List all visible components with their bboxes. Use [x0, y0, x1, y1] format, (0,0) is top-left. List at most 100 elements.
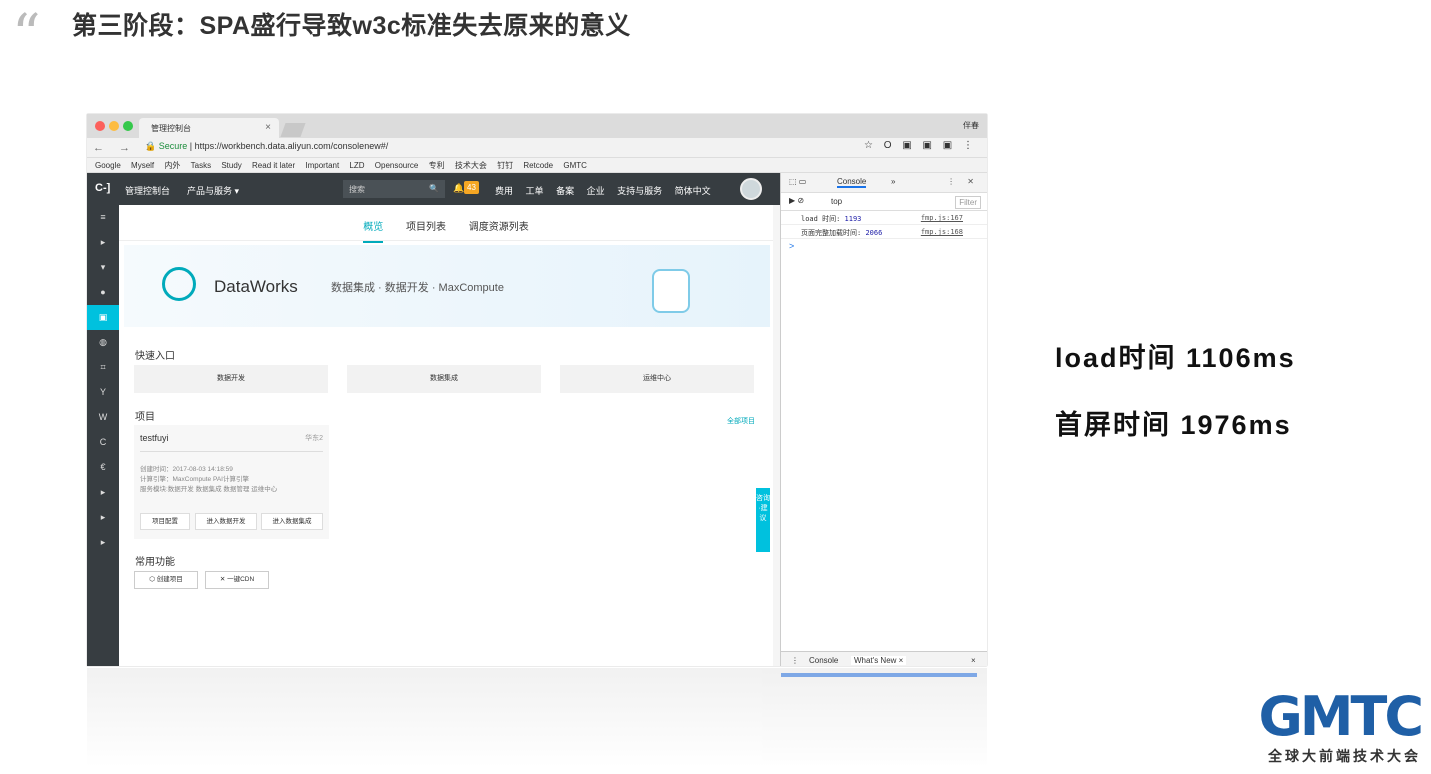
log-source-link[interactable]: fmp.js:167 — [921, 214, 963, 222]
lock-icon: 🔒 — [145, 141, 159, 151]
bookmark-item[interactable]: Google — [95, 161, 121, 170]
tab-resource-list[interactable]: 调度资源列表 — [469, 222, 529, 233]
create-project-icon: ⬡ — [149, 576, 157, 583]
sidebar-item[interactable]: ▸ — [87, 530, 119, 555]
console-log-row: 页面完整加载时间: 2066 fmp.js:168 — [781, 225, 987, 239]
enter-integration-button[interactable]: 进入数据集成 — [261, 513, 323, 530]
quick-button-integration[interactable]: 数据集成 — [347, 365, 541, 393]
tab-console[interactable]: Console — [837, 177, 867, 188]
bell-icon[interactable]: 🔔 — [453, 183, 464, 194]
drawer-tab-whats-new[interactable]: What's New × — [851, 656, 907, 665]
console-filter-bar: ▶ ⊘ top Filter — [781, 193, 987, 211]
nav-item[interactable]: 备案 — [556, 186, 574, 196]
all-projects-link[interactable]: 全部项目 — [727, 416, 755, 426]
dataworks-icon — [162, 267, 196, 301]
banner-title: DataWorks — [214, 277, 298, 296]
context-select[interactable]: top — [831, 197, 842, 206]
sidebar-item[interactable]: C — [87, 430, 119, 455]
nav-item[interactable]: 简体中文 — [675, 186, 711, 196]
sidebar-item[interactable]: € — [87, 455, 119, 480]
one-click-cdn-button[interactable]: ✕ 一键CDN — [205, 571, 269, 589]
screenshot-reflection — [87, 668, 987, 768]
sidebar-item[interactable]: ▸ — [87, 505, 119, 530]
clear-console-icon[interactable]: ▶ ⊘ — [789, 196, 804, 205]
inspect-icon[interactable]: ⬚ ▭ — [789, 177, 806, 186]
drawer-menu-icon[interactable]: ⋮ — [791, 656, 799, 665]
bookmark-item[interactable]: 技术大会 — [455, 161, 487, 170]
project-name[interactable]: testfuyi — [140, 433, 169, 443]
sidebar-item[interactable]: ● — [87, 280, 119, 305]
profile-name[interactable]: 伴春 — [963, 120, 979, 131]
sidebar-item[interactable]: ◍ — [87, 330, 119, 355]
sidebar-item[interactable]: ▾ — [87, 255, 119, 280]
cdn-label: 一键CDN — [227, 576, 255, 583]
sidebar-item[interactable]: ▸ — [87, 480, 119, 505]
bookmark-item[interactable]: 内外 — [164, 161, 180, 170]
slide: “ 第三阶段：SPA盛行导致w3c标准失去原来的意义 管理控制台 × 伴春 ← … — [0, 0, 1431, 774]
bookmark-item[interactable]: 钉钉 — [497, 161, 513, 170]
extension-icons[interactable]: ☆ O ▣ ▣ ▣ ⋮ — [864, 140, 977, 151]
aliyun-logo[interactable]: C-] — [95, 182, 110, 194]
console-prompt[interactable]: > — [781, 239, 987, 253]
new-tab-button[interactable] — [280, 123, 306, 137]
sidebar-item[interactable]: W — [87, 405, 119, 430]
maximize-dot[interactable] — [123, 121, 133, 131]
create-project-button[interactable]: ⬡ 创建项目 — [134, 571, 198, 589]
minimize-dot[interactable] — [109, 121, 119, 131]
sidebar-item[interactable]: ≡ — [87, 205, 119, 230]
drawer-close-icon[interactable]: × — [971, 656, 976, 665]
search-input[interactable]: 搜索 🔍 — [343, 180, 445, 198]
sub-tabs: 概览 项目列表 调度资源列表 — [119, 205, 773, 243]
tab-project-list[interactable]: 项目列表 — [406, 222, 446, 233]
sidebar-item[interactable]: ⌗ — [87, 355, 119, 380]
products-menu[interactable]: 产品与服务 ▾ — [187, 184, 239, 197]
banner-illustration-icon — [652, 269, 690, 313]
sidebar-item[interactable]: ▸ — [87, 230, 119, 255]
bookmark-item[interactable]: Opensource — [375, 161, 419, 170]
sidebar-item[interactable]: Y — [87, 380, 119, 405]
gmtc-logo-mark: GMTC — [1258, 685, 1424, 748]
browser-tab[interactable]: 管理控制台 × — [139, 118, 279, 138]
nav-item[interactable]: 企业 — [587, 186, 605, 196]
bookmark-item[interactable]: Important — [305, 161, 339, 170]
viewport: C-] 管理控制台 产品与服务 ▾ 搜索 🔍 🔔 43 费用 工单 备案 企业 支… — [87, 173, 987, 666]
url-field[interactable]: 🔒 Secure | https://workbench.data.aliyun… — [145, 141, 845, 155]
close-dot[interactable] — [95, 121, 105, 131]
tab-close-icon[interactable]: × — [265, 122, 271, 133]
nav-item[interactable]: 支持与服务 — [617, 186, 662, 196]
log-value: 2066 — [865, 229, 883, 237]
notification-badge: 43 — [464, 181, 479, 194]
gmtc-logo-subtitle: 全球大前端技术大会 — [1268, 748, 1421, 764]
enter-dev-button[interactable]: 进入数据开发 — [195, 513, 257, 530]
bookmark-item[interactable]: Tasks — [191, 161, 211, 170]
bookmark-item[interactable]: GMTC — [563, 161, 587, 170]
first-screen-time-metric: 首屏时间 1976ms — [1055, 410, 1292, 440]
console-link[interactable]: 管理控制台 — [125, 184, 170, 197]
bookmark-item[interactable]: LZD — [349, 161, 364, 170]
log-source-link[interactable]: fmp.js:168 — [921, 228, 963, 236]
quick-button-ops[interactable]: 运维中心 — [560, 365, 754, 393]
bookmark-item[interactable]: Study — [221, 161, 241, 170]
console-log-row: load 时间: 1193 fmp.js:167 — [781, 211, 987, 225]
avatar[interactable] — [740, 178, 762, 200]
project-region: 华东2 — [305, 435, 323, 442]
nav-item[interactable]: 工单 — [526, 186, 544, 196]
bookmark-item[interactable]: 专利 — [429, 161, 445, 170]
tab-overview[interactable]: 概览 — [363, 222, 384, 243]
project-config-button[interactable]: 项目配置 — [140, 513, 190, 530]
devtools-panel: ⬚ ▭ Console » ⋮ ✕ ▶ ⊘ top Filter load 时间… — [780, 173, 987, 666]
sidebar-item-active[interactable]: ▣ — [87, 305, 119, 330]
gmtc-logo: GMTC 全球大前端技术大会 — [1245, 685, 1424, 768]
drawer-tab-console[interactable]: Console — [809, 656, 838, 665]
search-icon[interactable]: 🔍 — [429, 184, 439, 193]
console-page: C-] 管理控制台 产品与服务 ▾ 搜索 🔍 🔔 43 费用 工单 备案 企业 支… — [87, 173, 780, 666]
bookmark-item[interactable]: Read it later — [252, 161, 295, 170]
consult-feedback-button[interactable]: 咨询·建议 — [756, 488, 770, 552]
quick-button-dev[interactable]: 数据开发 — [134, 365, 328, 393]
devtools-menu-icon[interactable]: ⋮ ✕ — [947, 177, 979, 186]
bookmark-item[interactable]: Myself — [131, 161, 154, 170]
bookmark-item[interactable]: Retcode — [523, 161, 553, 170]
filter-input[interactable]: Filter — [955, 196, 981, 209]
more-tabs[interactable]: » — [891, 177, 895, 186]
nav-item[interactable]: 费用 — [495, 186, 513, 196]
